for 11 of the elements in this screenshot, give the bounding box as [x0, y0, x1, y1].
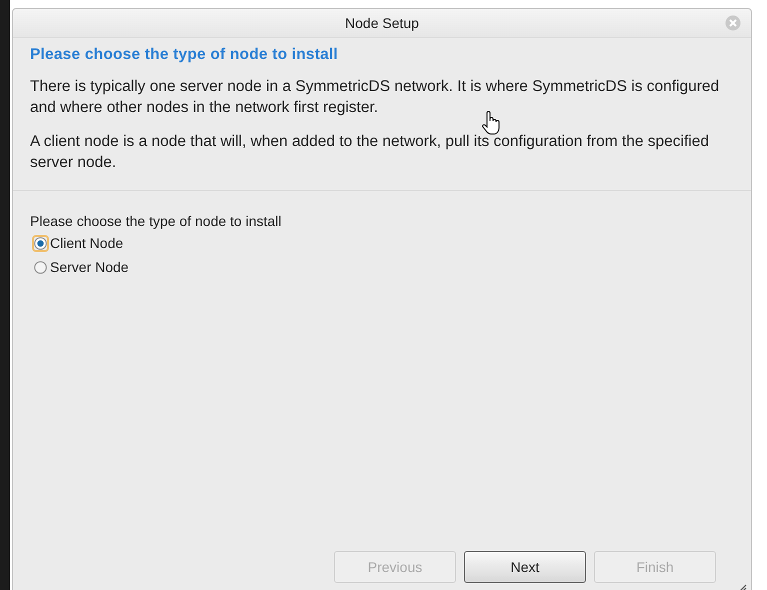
- radio-label[interactable]: Server Node: [50, 259, 129, 275]
- radio-button[interactable]: [34, 236, 47, 250]
- next-button[interactable]: Next: [464, 551, 586, 583]
- radio-button[interactable]: [34, 260, 47, 274]
- radio-label[interactable]: Client Node: [50, 235, 124, 251]
- hand-cursor-icon: [480, 110, 502, 136]
- window-title: Node Setup: [345, 15, 419, 31]
- description-text: A client node is a node that will, when added to the network, pull its configuration from the specified server node.: [30, 132, 710, 173]
- prompt-label: Please choose the type of node to install: [30, 213, 282, 229]
- heading: Please choose the type of node to install: [30, 46, 339, 64]
- description-text: There is typically one server node in a SymmetricDS network. It is where SymmetricDS is configured and where other nodes in the network first register.: [30, 77, 720, 118]
